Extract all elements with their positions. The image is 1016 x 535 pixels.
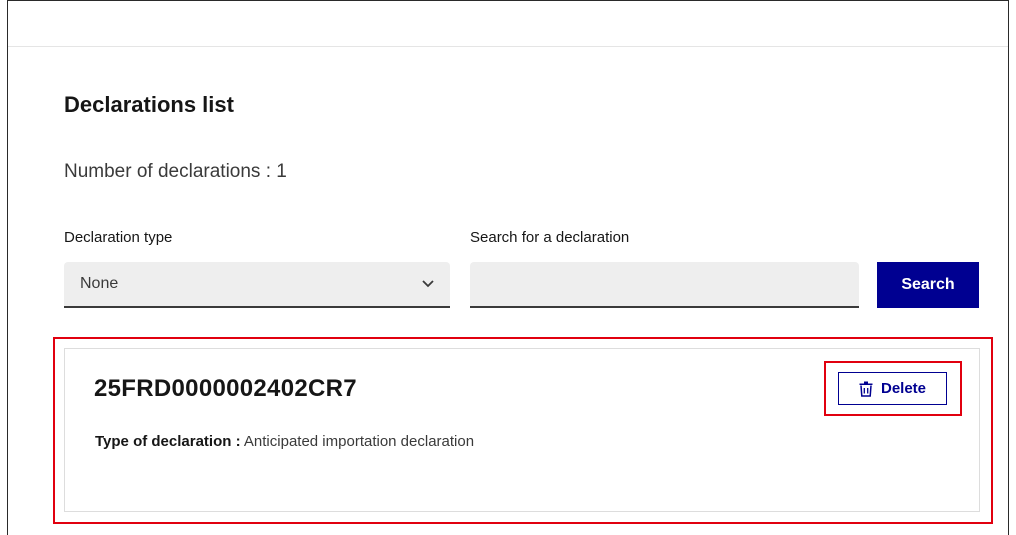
declaration-type-value: None	[80, 275, 119, 292]
search-button[interactable]: Search	[877, 262, 979, 308]
page-title: Declarations list	[64, 92, 234, 117]
declaration-type-field-label: Type of declaration :	[95, 433, 241, 450]
trash-icon	[859, 381, 873, 397]
declaration-type-field-value: Anticipated importation declaration	[243, 433, 475, 450]
search-label: Search for a declaration	[470, 229, 630, 246]
delete-button[interactable]: Delete	[838, 372, 947, 405]
declaration-type-label: Declaration type	[64, 229, 173, 246]
declaration-type-line: Type of declaration : Anticipated import…	[95, 433, 474, 450]
search-input[interactable]	[470, 262, 859, 308]
declarations-count: Number of declarations : 1	[64, 161, 287, 182]
delete-button-label: Delete	[880, 380, 927, 397]
declaration-id: 25FRD0000002402CR7	[94, 375, 357, 402]
header-divider	[8, 46, 1008, 47]
declaration-type-select[interactable]: None	[64, 262, 450, 308]
chevron-down-icon	[422, 277, 434, 291]
